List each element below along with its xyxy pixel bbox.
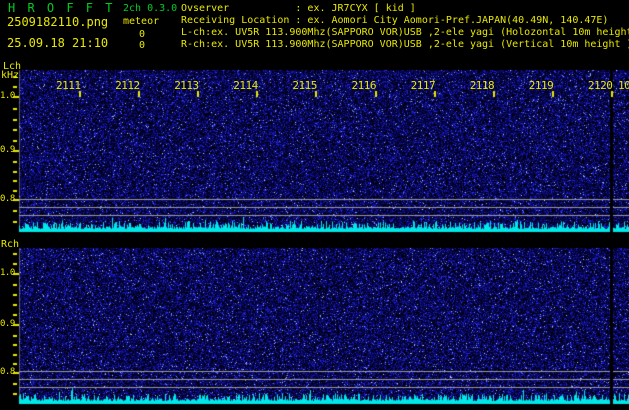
time-axis-label: 2120 (587, 79, 613, 92)
time-axis-label-partial: 10 (618, 79, 629, 92)
meteor-count-long: 0 (139, 29, 146, 40)
rch-freq-tick-label: 0.9 (0, 319, 15, 329)
time-axis-label: 2115 (292, 79, 317, 92)
rch-freq-tick-label: 0.8 (0, 367, 15, 377)
capture-datetime: 25.09.18 21:10 (7, 36, 109, 50)
meteor-count-short: 0 (139, 40, 146, 51)
time-axis-label: 2119 (528, 79, 554, 92)
time-axis-label: 2111 (56, 79, 81, 92)
frequency-unit-label: kHz (1, 70, 20, 81)
output-filename: 2509182110.png (7, 15, 109, 29)
rch-freq-tick-label: 1.0 (0, 268, 15, 278)
app-version: 2ch 0.3.0 (123, 3, 178, 14)
lch-receiver-info-line: L-ch:ex. UV5R 113.900Mhz(SAPPORO VOR)USB… (181, 27, 629, 38)
rch-receiver-info-line: R-ch:ex. UV5R 113.900Mhz(SAPPORO VOR)USB… (181, 39, 629, 50)
time-axis-label: 2118 (469, 79, 495, 92)
lch-freq-tick-label: 0.9 (0, 145, 15, 155)
app-title: H R O F F T (8, 1, 115, 15)
time-axis-label: 2112 (115, 79, 140, 92)
time-axis-label: 2113 (174, 79, 199, 92)
mode-label: meteor (123, 16, 160, 27)
time-axis-label: 2114 (233, 79, 258, 92)
observer-info-line: Ovserver : ex. JR7CYX [ kid ] (181, 3, 416, 14)
hrofft-window: H R O F F T 2ch 0.3.0 2509182110.png met… (0, 0, 629, 410)
lch-freq-tick-label: 0.8 (0, 194, 15, 204)
time-axis-label: 2116 (351, 79, 377, 92)
spectrogram-canvas (0, 0, 629, 410)
rch-panel-label: Rch (1, 239, 20, 250)
time-axis-label: 2117 (410, 79, 436, 92)
lch-freq-tick-label: 1.0 (0, 91, 15, 101)
location-info-line: Receiving Location : ex. Aomori City Aom… (181, 15, 609, 26)
